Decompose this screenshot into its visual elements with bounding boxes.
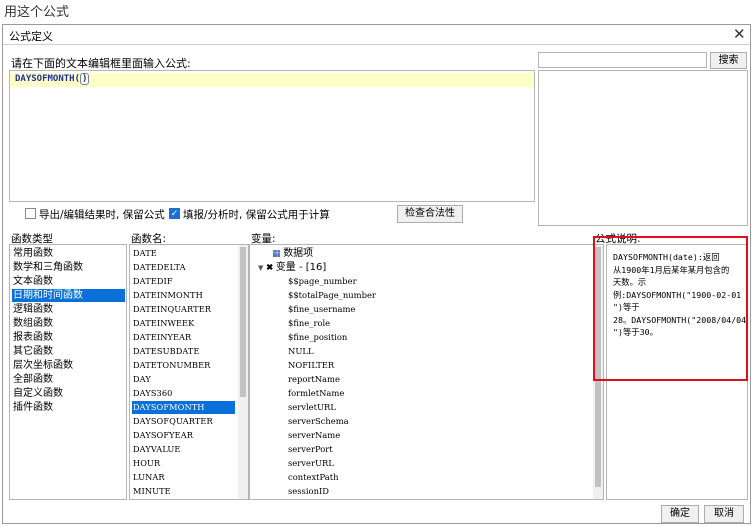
function-item[interactable]: DAY (132, 373, 235, 386)
function-item[interactable]: DATEDIF (132, 275, 235, 288)
function-item[interactable]: LUNAR (132, 471, 235, 484)
tree-variable-item[interactable]: contextPath (288, 471, 339, 484)
category-item[interactable]: 其它函数 (12, 345, 125, 358)
category-item[interactable]: 层次坐标函数 (12, 359, 125, 372)
tree-variable-item[interactable]: reportName (288, 373, 340, 386)
function-item[interactable]: DATEDELTA (132, 261, 235, 274)
category-item[interactable]: 自定义函数 (12, 387, 125, 400)
dataset-item-label: 数据项 (283, 248, 314, 259)
export-keep-formula-checkbox[interactable] (25, 208, 36, 219)
tree-variable-item[interactable]: $$totalPage_number (288, 289, 376, 302)
formula-text: DAYSOFMONTH() (15, 73, 90, 85)
function-item[interactable]: DAYSOFMONTH (132, 401, 235, 414)
tree-param-group[interactable]: ▼ ⁋ 数据集参数 - [3] (258, 499, 349, 500)
tree-variable-item[interactable]: servletURL (288, 401, 336, 414)
category-item[interactable]: 常用函数 (12, 247, 125, 260)
tree-variable-item[interactable]: $fine_role (288, 317, 330, 330)
tree-variable-item[interactable]: serverName (288, 429, 340, 442)
cancel-button[interactable]: 取消 (704, 505, 744, 523)
tree-dataset-item[interactable]: ▦ 数据项 (272, 247, 313, 260)
variable-tree[interactable]: ▦ 数据项 ▼ ✖ 变量 - [16] $$page_number $$totalPa… (249, 244, 604, 500)
category-item[interactable]: 数组函数 (12, 317, 125, 330)
close-icon[interactable]: ✕ (733, 25, 746, 43)
category-item[interactable]: 全部函数 (12, 373, 125, 386)
tree-variable-item[interactable]: serverPort (288, 443, 333, 456)
function-item[interactable]: DATEINWEEK (132, 317, 235, 330)
editor-prompt: 请在下面的文本编辑框里面输入公式: (11, 57, 191, 70)
function-item[interactable]: DAYSOFQUARTER (132, 415, 235, 428)
tree-variable-item[interactable]: NOFILTER (288, 359, 334, 372)
tree-variable-item[interactable]: NULL (288, 345, 314, 358)
category-item[interactable]: 插件函数 (12, 401, 125, 414)
function-item[interactable]: DATEINMONTH (132, 289, 235, 302)
category-item[interactable]: 数学和三角函数 (12, 261, 125, 274)
tree-variable-item[interactable]: sessionID (288, 485, 329, 498)
function-item[interactable]: HOUR (132, 457, 235, 470)
page-caption: 用这个公式 (4, 5, 70, 20)
tree-variable-item[interactable]: $$page_number (288, 275, 357, 288)
function-item[interactable]: DATEINYEAR (132, 331, 235, 344)
search-input[interactable] (538, 52, 707, 68)
export-keep-formula-label: 导出/编辑结果时, 保留公式 (39, 209, 165, 221)
category-item[interactable]: 文本函数 (12, 275, 125, 288)
category-item[interactable]: 日期和时间函数 (12, 289, 125, 302)
fill-keep-formula-label: 填报/分析时, 保留公式用于计算 (183, 209, 330, 221)
function-item[interactable]: DATETONUMBER (132, 359, 235, 372)
tree-variable-item[interactable]: $fine_username (288, 303, 355, 316)
function-item[interactable]: DATESUBDATE (132, 345, 235, 358)
formula-close-paren: ) (80, 73, 90, 85)
search-results[interactable] (538, 70, 748, 226)
formula-editor[interactable]: DAYSOFMONTH() (9, 70, 535, 202)
description-highlight-box (593, 236, 748, 381)
function-item[interactable]: DAYS360 (132, 387, 235, 400)
table-icon: ▦ (272, 249, 281, 259)
ok-button[interactable]: 确定 (661, 505, 699, 523)
category-list[interactable]: 常用函数 数学和三角函数 文本函数 日期和时间函数 逻辑函数 数组函数 报表函数 其它函数 层次… (9, 244, 127, 500)
function-item[interactable]: DAYSOFYEAR (132, 429, 235, 442)
dialog-titlebar: 公式定义 ✕ (3, 25, 750, 45)
tree-variable-item[interactable]: formletName (288, 387, 344, 400)
function-list[interactable]: DATE DATEDELTA DATEDIF DATEINMONTH DATEINQUA… (129, 244, 249, 500)
formula-function-name: DAYSOFMONTH (15, 74, 75, 84)
category-item[interactable]: 逻辑函数 (12, 303, 125, 316)
tree-variable-item[interactable]: $fine_position (288, 331, 347, 344)
variable-icon: ✖ (266, 262, 274, 272)
category-item[interactable]: 报表函数 (12, 331, 125, 344)
function-item[interactable]: DATE (132, 247, 235, 260)
tree-variable-item[interactable]: serverSchema (288, 415, 349, 428)
function-item[interactable]: DATEINQUARTER (132, 303, 235, 316)
variable-group-label: 变量 - [16] (275, 262, 327, 273)
function-item[interactable]: MINUTE (132, 485, 235, 498)
search-button[interactable]: 搜索 (710, 52, 747, 69)
tree-variable-item[interactable]: serverURL (288, 457, 334, 470)
function-item[interactable]: DAYVALUE (132, 443, 235, 456)
function-list-scroll-thumb[interactable] (240, 247, 246, 397)
dialog-title: 公式定义 (9, 30, 53, 43)
tree-variable-group[interactable]: ▼ ✖ 变量 - [16] (258, 261, 326, 274)
function-list-scrollbar[interactable] (238, 245, 248, 499)
chevron-down-icon[interactable]: ▼ (258, 264, 263, 272)
fill-keep-formula-checkbox[interactable]: ✓ (169, 208, 180, 219)
check-validity-button[interactable]: 检查合法性 (397, 205, 463, 223)
